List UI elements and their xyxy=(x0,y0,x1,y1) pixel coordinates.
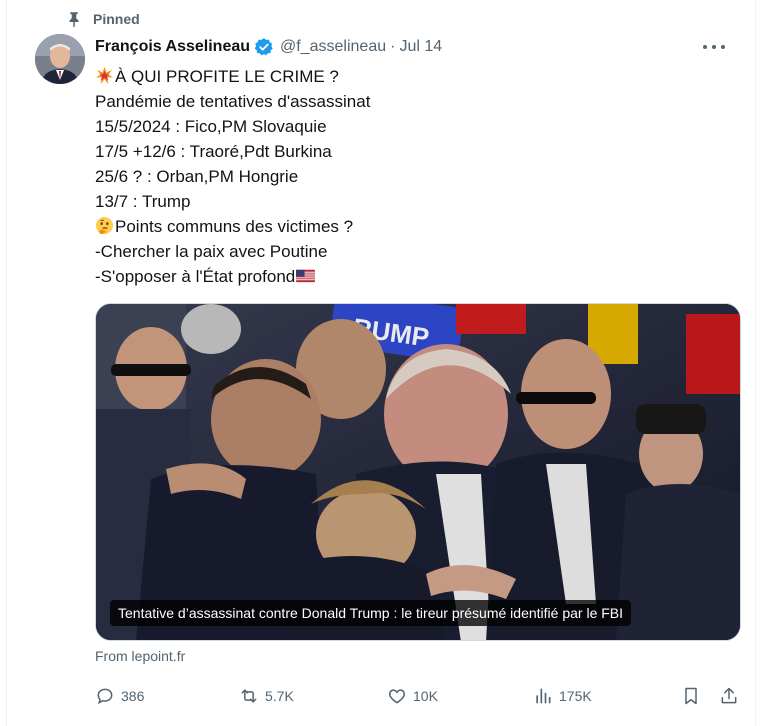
tweet-card[interactable]: Pinned François Asselineau @f_asselineau… xyxy=(6,0,756,726)
tweet-line: 17/5 +12/6 : Traoré,Pdt Burkina xyxy=(95,142,332,161)
tweet-line: Pandémie de tentatives d'assassinat xyxy=(95,92,371,111)
views-button[interactable]: 175K xyxy=(533,684,592,708)
verified-badge-icon[interactable] xyxy=(254,37,274,57)
views-count: 175K xyxy=(559,688,592,704)
reply-icon xyxy=(97,688,113,705)
repost-icon xyxy=(241,689,257,703)
repost-button[interactable]: 5.7K xyxy=(239,684,294,708)
thinking-emoji xyxy=(95,216,114,235)
tweet-line: À QUI PROFITE LE CRIME ? xyxy=(95,64,735,89)
pinned-label: Pinned xyxy=(93,11,140,27)
views-icon xyxy=(536,688,551,704)
link-source[interactable]: From lepoint.fr xyxy=(95,648,185,664)
bookmark-icon xyxy=(685,687,697,705)
like-icon xyxy=(388,689,406,704)
reply-button[interactable]: 386 xyxy=(95,684,144,708)
author-handle[interactable]: @f_asselineau xyxy=(280,38,386,56)
like-button[interactable]: 10K xyxy=(387,684,438,708)
pin-icon xyxy=(65,10,83,28)
news-photo[interactable]: RUMP xyxy=(96,304,741,641)
repost-count: 5.7K xyxy=(265,688,294,704)
tweet-text: À QUI PROFITE LE CRIME ? Pandémie de ten… xyxy=(95,64,735,289)
like-count: 10K xyxy=(413,688,438,704)
tweet-line: 25/6 ? : Orban,PM Hongrie xyxy=(95,167,299,186)
tweet-line: -Chercher la paix avec Poutine xyxy=(95,242,328,261)
us-flag-emoji xyxy=(296,269,316,283)
separator-dot: · xyxy=(390,38,396,55)
tweet-line: Points communs des victimes ? xyxy=(95,214,735,239)
media-caption: Tentative d’assassinat contre Donald Tru… xyxy=(110,600,632,626)
collision-emoji xyxy=(95,66,114,85)
tweet-line: 15/5/2024 : Fico,PM Slovaquie xyxy=(95,117,327,136)
media-card[interactable]: RUMP xyxy=(95,303,741,641)
bookmark-button[interactable] xyxy=(681,684,707,708)
share-button[interactable] xyxy=(719,684,745,708)
avatar[interactable] xyxy=(35,34,85,84)
tweet-line: 13/7 : Trump xyxy=(95,192,191,211)
tweet-date[interactable]: Jul 14 xyxy=(399,38,442,56)
reply-count: 386 xyxy=(121,688,145,704)
tweet-header: François Asselineau @f_asselineau · Jul … xyxy=(95,36,725,58)
tweet-line: -S'opposer à l'État profond xyxy=(95,264,735,289)
action-bar: 386 5.7K 10K 175K xyxy=(95,684,745,708)
pinned-indicator: Pinned xyxy=(65,9,140,29)
share-icon xyxy=(721,687,737,704)
author-name[interactable]: François Asselineau xyxy=(95,38,250,56)
more-options-icon[interactable] xyxy=(703,38,725,56)
